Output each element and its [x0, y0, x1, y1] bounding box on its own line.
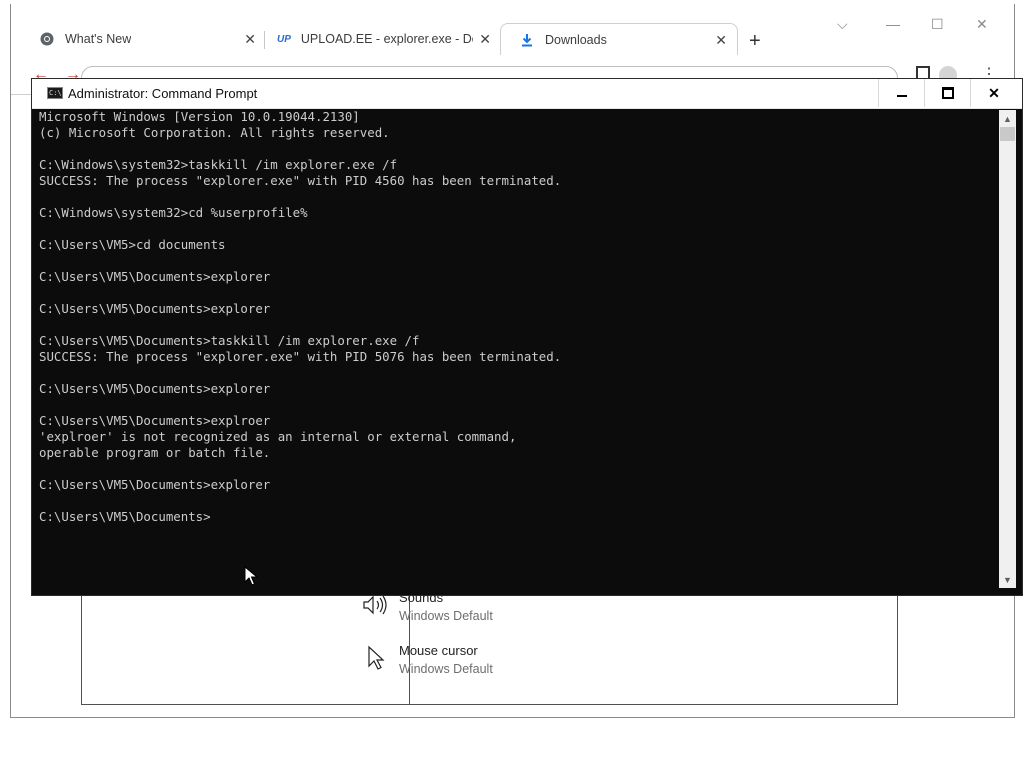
console-line: C:\Users\VM5>cd documents — [39, 237, 226, 252]
chrome-icon — [39, 31, 55, 47]
setting-title: Mouse cursor — [399, 643, 478, 658]
window-title: Administrator: Command Prompt — [68, 86, 258, 101]
tab-whats-new[interactable]: What's New ✕ — [21, 23, 266, 55]
close-icon: ✕ — [988, 84, 1000, 101]
console-line: C:\Windows\system32>taskkill /im explore… — [39, 157, 398, 172]
console-line: SUCCESS: The process "explorer.exe" with… — [39, 349, 562, 364]
tab-title: UPLOAD.EE - explorer.exe - Dow — [300, 32, 473, 46]
setting-subtitle: Windows Default — [399, 609, 493, 623]
console-line: C:\Users\VM5\Documents>explorer — [39, 477, 271, 492]
close-tab-icon[interactable]: ✕ — [244, 31, 256, 48]
tab-strip: What's New ✕ UP UPLOAD.EE - explorer.exe… — [11, 4, 1014, 56]
mouse-cursor-icon — [361, 643, 391, 673]
console-line: C:\Users\VM5\Documents>explorer — [39, 301, 271, 316]
console-line: SUCCESS: The process "explorer.exe" with… — [39, 173, 562, 188]
minimize-button[interactable] — [878, 79, 925, 107]
maximize-icon — [942, 87, 954, 99]
tab-downloads[interactable]: Downloads ✕ — [500, 23, 738, 55]
tab-upload-ee[interactable]: UP UPLOAD.EE - explorer.exe - Dow ✕ — [265, 23, 501, 55]
minimize-icon — [897, 95, 907, 97]
console-line: Microsoft Windows [Version 10.0.19044.21… — [39, 109, 360, 124]
new-tab-button[interactable]: + — [749, 30, 761, 53]
scroll-down-arrow-icon[interactable]: ▼ — [999, 571, 1016, 588]
maximize-button[interactable] — [924, 79, 971, 107]
scroll-up-arrow-icon[interactable]: ▲ — [999, 110, 1016, 127]
maximize-icon[interactable]: ☐ — [931, 16, 944, 33]
command-prompt-window[interactable]: C:\ Administrator: Command Prompt ✕ Micr… — [32, 79, 1022, 595]
close-tab-icon[interactable]: ✕ — [715, 32, 727, 49]
console-line: C:\Users\VM5\Documents>explroer — [39, 413, 271, 428]
setting-subtitle: Windows Default — [399, 662, 493, 676]
console-line: C:\Users\VM5\Documents>taskkill /im expl… — [39, 333, 420, 348]
cmd-app-icon: C:\ — [47, 87, 63, 99]
mouse-pointer-icon — [244, 566, 258, 586]
console-line: 'explroer' is not recognized as an inter… — [39, 429, 517, 444]
close-tab-icon[interactable]: ✕ — [479, 31, 491, 48]
minimize-icon[interactable]: — — [886, 16, 900, 32]
console-line: operable program or batch file. — [39, 445, 271, 460]
scrollbar-thumb[interactable] — [1000, 127, 1015, 141]
console-line: C:\Users\VM5\Documents> — [39, 509, 211, 524]
cmd-titlebar[interactable]: C:\ Administrator: Command Prompt ✕ — [32, 79, 1022, 109]
console-line: C:\Users\VM5\Documents>explorer — [39, 269, 271, 284]
setting-mouse-cursor[interactable]: Mouse cursor Windows Default — [361, 643, 493, 676]
console-output[interactable]: Microsoft Windows [Version 10.0.19044.21… — [39, 109, 997, 589]
console-line: C:\Windows\system32>cd %userprofile% — [39, 205, 308, 220]
console-line: (c) Microsoft Corporation. All rights re… — [39, 125, 390, 140]
upload-ee-icon: UP — [277, 33, 291, 45]
vertical-scrollbar[interactable]: ▲ ▼ — [999, 110, 1016, 588]
tab-search-icon[interactable]: ⌵ — [837, 16, 848, 33]
tab-title: Downloads — [545, 32, 607, 47]
download-icon — [519, 32, 535, 48]
console-line: C:\Users\VM5\Documents>explorer — [39, 381, 271, 396]
tab-title: What's New — [65, 32, 132, 46]
close-button[interactable]: ✕ — [970, 79, 1017, 107]
close-icon[interactable]: ✕ — [976, 16, 988, 33]
